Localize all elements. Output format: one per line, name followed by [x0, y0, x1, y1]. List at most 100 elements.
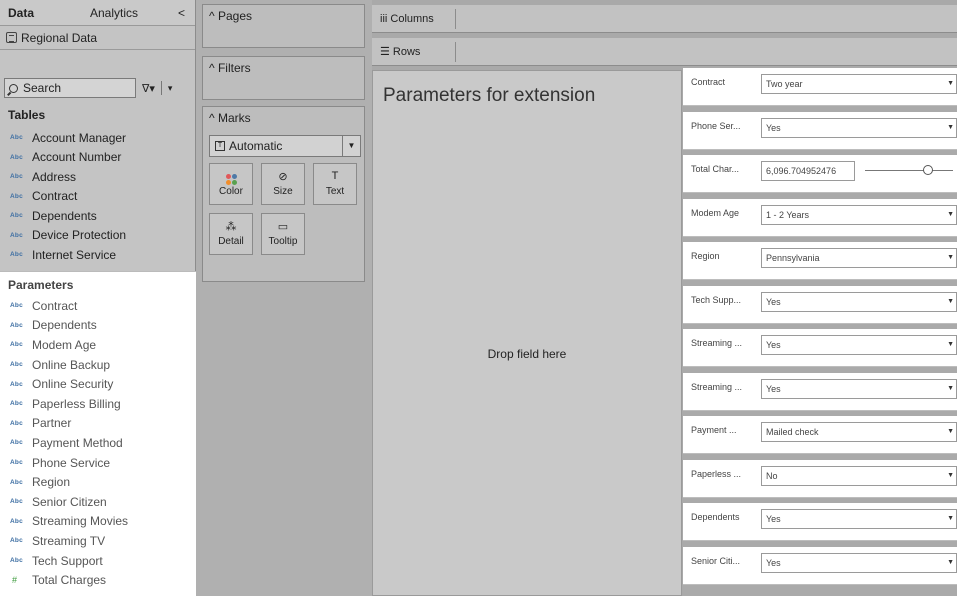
field-item[interactable]: Abc Address	[0, 167, 195, 187]
parameter-label: Contract	[691, 77, 726, 87]
text-button[interactable]: T Text	[313, 163, 357, 205]
field-item[interactable]: Abc Payment Method	[0, 433, 196, 453]
field-item[interactable]: Abc Region	[0, 472, 196, 492]
parameter-label: Modem Age	[691, 207, 740, 218]
chevron-down-icon[interactable]: ▼	[947, 249, 954, 267]
marks-title[interactable]: ^ Marks	[203, 107, 364, 129]
string-type-icon: Abc	[10, 173, 23, 181]
view-title[interactable]: Parameters for extension	[383, 85, 595, 107]
string-type-icon: Abc	[10, 459, 23, 467]
string-type-icon: Abc	[10, 498, 23, 506]
chevron-down-icon[interactable]: ▼	[947, 293, 954, 311]
filters-title[interactable]: ^ Filters	[203, 57, 364, 79]
field-item[interactable]: Abc Online Security	[0, 374, 196, 394]
parameter-label: Total Char...	[691, 164, 740, 174]
pages-title[interactable]: ^ Pages	[203, 5, 364, 27]
parameter-select[interactable]: No ▼	[761, 465, 957, 486]
field-item[interactable]: Abc Dependents	[0, 316, 196, 336]
field-item[interactable]: Abc Partner	[0, 414, 196, 434]
field-item[interactable]: Abc Streaming TV	[0, 531, 196, 551]
field-item[interactable]: Abc Modem Age	[0, 335, 196, 355]
tab-data[interactable]: Data	[0, 0, 82, 26]
parameter-value: Pennsylvania	[766, 253, 820, 263]
chevron-down-icon[interactable]: ▼	[947, 206, 954, 224]
parameter-control: Senior Citi... Yes ▼	[683, 546, 957, 585]
field-item[interactable]: Abc Paperless Billing	[0, 394, 196, 414]
field-label: Senior Citizen	[32, 494, 107, 509]
marks-card: ^ Marks T Automatic ▼ Color ⊘ Size T Tex…	[202, 106, 365, 282]
parameter-value: Yes	[766, 383, 781, 394]
tooltip-button[interactable]: ▭ Tooltip	[261, 213, 305, 255]
chevron-down-icon[interactable]: ▼	[947, 119, 954, 137]
collapse-pane-icon[interactable]: <	[178, 6, 185, 20]
field-label: Partner	[32, 416, 72, 431]
detail-button[interactable]: ⁂ Detail	[209, 213, 253, 255]
field-label: Online Backup	[32, 357, 111, 372]
parameter-select[interactable]: Yes ▼	[761, 378, 957, 399]
field-item[interactable]: Abc Senior Citizen	[0, 492, 196, 512]
string-type-icon: Abc	[10, 439, 23, 447]
parameter-select[interactable]: Yes ▼	[761, 291, 957, 312]
datasource-item[interactable]: Regional Data	[0, 26, 195, 50]
field-label: Phone Service	[32, 455, 111, 470]
string-type-icon: Abc	[10, 321, 23, 329]
filters-card[interactable]: ^ Filters	[202, 56, 365, 100]
columns-shelf[interactable]: iii Columns	[372, 5, 957, 33]
parameter-select[interactable]: Yes ▼	[761, 509, 957, 529]
tooltip-icon: ▭	[277, 221, 289, 233]
parameter-select[interactable]: Yes ▼	[761, 117, 957, 138]
field-label: Account Manager	[32, 130, 127, 145]
parameter-select[interactable]: 1 - 2 Years ▼	[761, 204, 957, 225]
field-label: Contract	[32, 298, 78, 313]
field-item[interactable]: Abc Contract	[0, 187, 195, 207]
parameters-panel: Parameters Abc Contract Abc Dependents Abc Mo…	[0, 271, 196, 596]
chevron-down-icon[interactable]: ▼	[947, 554, 954, 572]
rows-shelf[interactable]: ☰ Rows	[372, 38, 957, 66]
field-item[interactable]: Abc Device Protection	[0, 226, 195, 246]
view-canvas[interactable]: Parameters for extension Drop field here	[372, 70, 682, 596]
field-item[interactable]: Abc Internet Service	[0, 245, 195, 265]
field-item[interactable]: Abc Contract	[0, 296, 196, 316]
search-input[interactable]: Search	[4, 78, 136, 98]
parameter-value: Yes	[766, 296, 781, 307]
mark-type-select[interactable]: T Automatic ▼	[209, 135, 361, 157]
field-item[interactable]: Abc Phone Service	[0, 453, 196, 473]
field-item[interactable]: Abc Account Number	[0, 148, 195, 168]
field-label: Address	[32, 169, 77, 184]
parameter-select[interactable]: Yes ▼	[761, 552, 957, 573]
tables-list: Abc Account Manager Abc Account Number Abc Ad…	[0, 128, 195, 265]
tab-analytics[interactable]: Analytics	[82, 0, 174, 26]
filter-icon[interactable]: ∇▾	[142, 82, 155, 95]
pages-card[interactable]: ^ Pages	[202, 4, 365, 48]
detail-label: Detail	[218, 236, 244, 247]
slider-handle[interactable]	[923, 165, 933, 175]
size-button[interactable]: ⊘ Size	[261, 163, 305, 205]
chevron-down-icon[interactable]: ▼	[947, 423, 954, 441]
field-item[interactable]: Abc Account Manager	[0, 128, 195, 148]
field-item[interactable]: Abc Streaming Movies	[0, 512, 196, 532]
color-button[interactable]: Color	[209, 163, 253, 205]
columns-label: iii Columns	[376, 9, 456, 29]
parameter-select[interactable]: Two year ▼	[761, 74, 957, 94]
slider-track[interactable]	[865, 170, 953, 171]
menu-dropdown-icon[interactable]: ▾	[168, 83, 173, 94]
field-label: Tech Support	[32, 553, 103, 568]
chevron-down-icon[interactable]: ▼	[342, 136, 360, 156]
chevron-down-icon[interactable]: ▼	[947, 510, 954, 528]
chevron-down-icon[interactable]: ▼	[947, 336, 954, 354]
parameter-select[interactable]: Pennsylvania ▼	[761, 248, 957, 268]
parameter-select[interactable]: Yes ▼	[761, 335, 957, 355]
field-item[interactable]: Abc Online Backup	[0, 355, 196, 375]
parameter-control: Streaming ... Yes ▼	[683, 329, 957, 367]
chevron-down-icon[interactable]: ▼	[947, 467, 954, 485]
chevron-down-icon[interactable]: ▼	[947, 380, 954, 398]
field-item[interactable]: Abc Dependents	[0, 206, 195, 226]
chevron-down-icon[interactable]: ▼	[947, 75, 954, 93]
field-item[interactable]: # Total Charges	[0, 570, 196, 590]
parameter-select[interactable]: Mailed check ▼	[761, 422, 957, 442]
field-item[interactable]: Abc Tech Support	[0, 551, 196, 571]
parameter-number-input[interactable]: 6,096.704952476	[761, 161, 855, 181]
string-type-icon: Abc	[10, 153, 23, 161]
text-mark-icon: T	[215, 141, 225, 151]
tooltip-label: Tooltip	[268, 236, 298, 247]
